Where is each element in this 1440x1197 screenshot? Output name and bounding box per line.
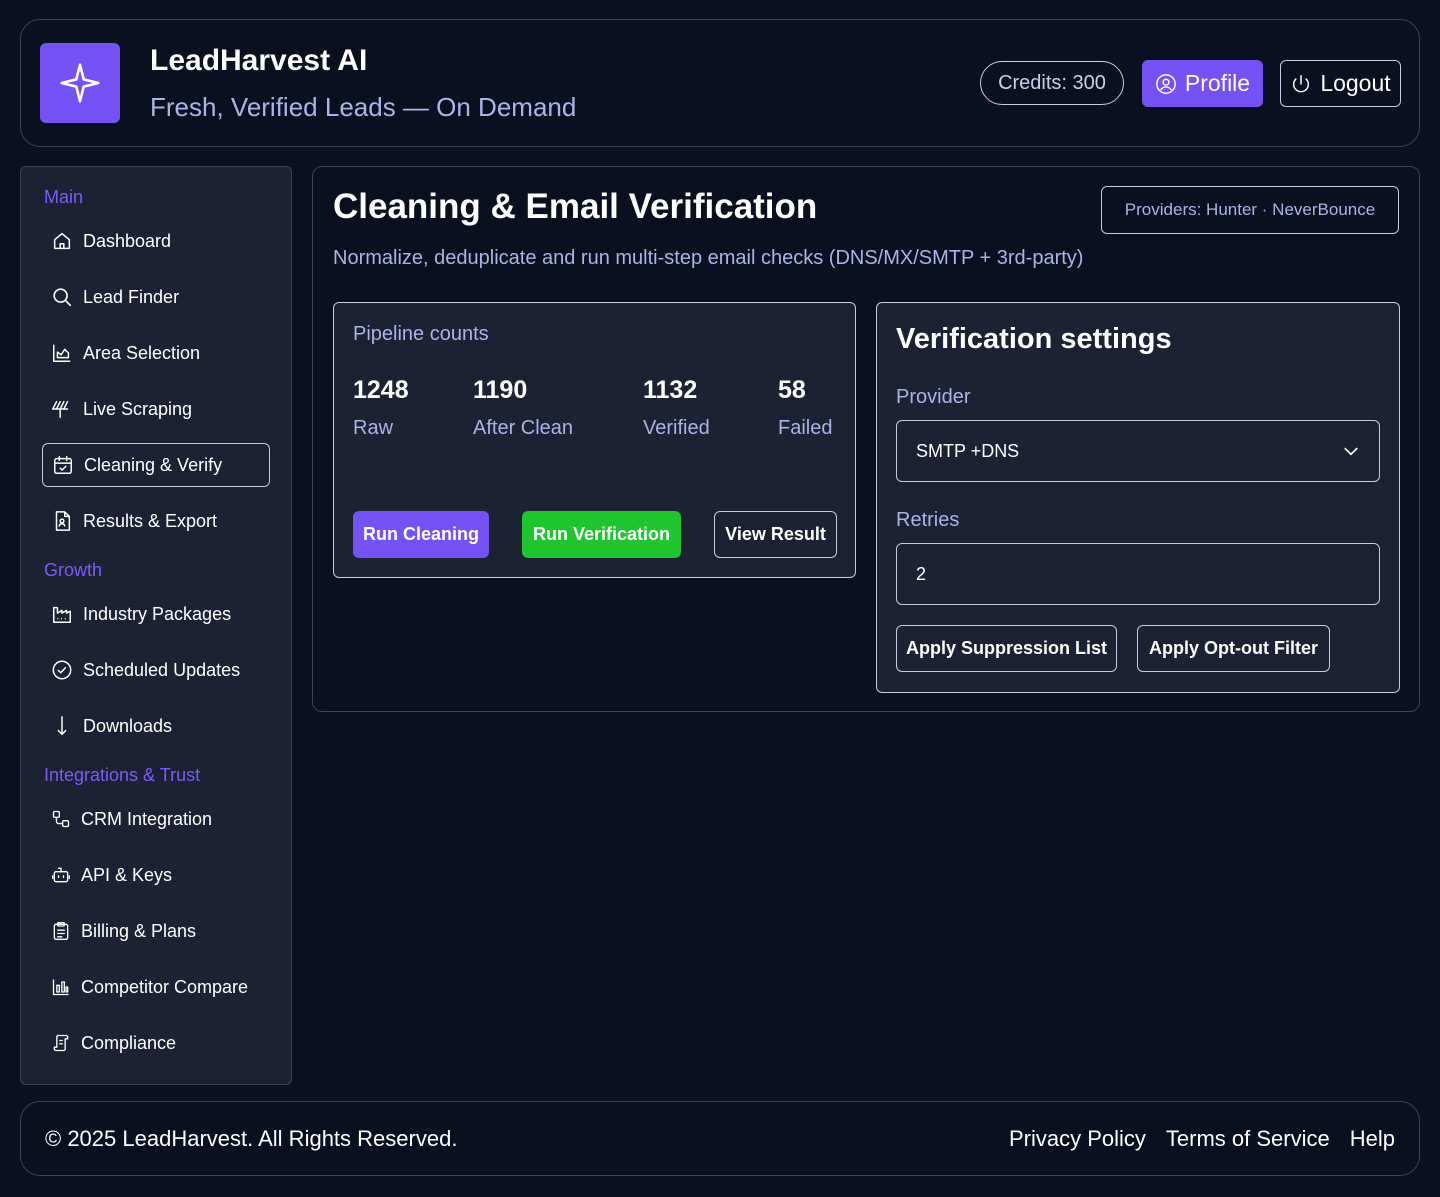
sidebar-item-area-selection[interactable]: Area Selection	[42, 331, 270, 375]
sidebar-item-label: Downloads	[83, 715, 173, 736]
app-logo	[40, 43, 120, 123]
verification-card: Verification settings Provider SMTP +DNS…	[876, 302, 1400, 693]
stat-after-clean-value: 1190	[473, 376, 528, 404]
sidebar-item-label: Competitor Compare	[81, 976, 249, 997]
sidebar: Main Dashboard Lead Finder Area Selectio…	[20, 166, 292, 1085]
sidebar-item-billing-plans[interactable]: Billing & Plans	[42, 909, 270, 953]
run-verification-button[interactable]: Run Verification	[522, 511, 681, 558]
retries-input-value: 2	[916, 563, 927, 584]
sidebar-item-scheduled-updates[interactable]: Scheduled Updates	[42, 648, 270, 692]
pipeline-title: Pipeline counts	[353, 323, 489, 345]
verification-title: Verification settings	[896, 323, 1172, 355]
sidebar-item-label: Cleaning & Verify	[84, 454, 223, 475]
sidebar-item-label: Lead Finder	[83, 286, 180, 307]
profile-label: Profile	[1184, 70, 1251, 96]
profile-button[interactable]: Profile	[1142, 60, 1263, 107]
logout-label: Logout	[1320, 70, 1391, 96]
user-circle-icon	[1155, 73, 1176, 94]
credits-badge: Credits: 300	[980, 61, 1124, 105]
sidebar-item-label: Results & Export	[83, 510, 218, 531]
section-main: Main	[44, 187, 84, 207]
sidebar-item-label: Industry Packages	[83, 603, 232, 624]
sidebar-item-api-keys[interactable]: API & Keys	[42, 853, 270, 897]
app-header: LeadHarvest AI Fresh, Verified Leads — O…	[20, 19, 1420, 147]
sparkle-icon	[60, 63, 100, 103]
workflow-icon	[52, 810, 70, 828]
sidebar-item-label: Area Selection	[83, 342, 201, 363]
sidebar-item-label: API & Keys	[81, 864, 173, 885]
footer-link-privacy[interactable]: Privacy Policy	[1009, 1126, 1146, 1152]
sidebar-item-downloads[interactable]: Downloads	[42, 704, 270, 748]
main-panel: Cleaning & Email Verification Providers:…	[312, 166, 1420, 712]
page-title: Cleaning & Email Verification	[333, 187, 818, 226]
view-result-button[interactable]: View Result	[714, 511, 837, 558]
sidebar-item-lead-finder[interactable]: Lead Finder	[42, 275, 270, 319]
footer-link-help[interactable]: Help	[1350, 1126, 1395, 1152]
bot-icon	[52, 867, 71, 883]
sidebar-item-competitor-compare[interactable]: Competitor Compare	[42, 965, 270, 1009]
logout-button[interactable]: Logout	[1280, 60, 1401, 107]
search-icon	[53, 288, 72, 307]
live-scraping-icon	[52, 400, 69, 418]
clipboard-list-icon	[53, 922, 69, 940]
sidebar-item-dashboard[interactable]: Dashboard	[42, 219, 270, 263]
stat-verified-value: 1132	[643, 376, 698, 404]
stat-failed-label: Failed	[778, 417, 833, 439]
stat-failed-value: 58	[778, 376, 806, 404]
provider-select[interactable]: SMTP +DNS	[896, 420, 1380, 482]
chevron-down-icon	[1344, 447, 1358, 456]
arrow-down-icon	[57, 716, 67, 736]
retries-input[interactable]: 2	[896, 543, 1380, 605]
sidebar-item-crm-integration[interactable]: CRM Integration	[42, 797, 270, 841]
calendar-check-icon	[54, 456, 72, 474]
provider-select-value: SMTP +DNS	[916, 440, 1020, 461]
sidebar-item-label: Dashboard	[83, 230, 172, 251]
power-icon	[1293, 74, 1310, 92]
app-title: LeadHarvest AI	[150, 44, 368, 77]
stat-raw-label: Raw	[353, 417, 394, 439]
sidebar-item-label: CRM Integration	[81, 808, 213, 829]
file-user-icon	[55, 511, 71, 531]
app-footer: © 2025 LeadHarvest. All Rights Reserved.…	[20, 1101, 1420, 1176]
sidebar-item-label: Live Scraping	[83, 398, 193, 419]
providers-badge: Providers: Hunter · NeverBounce	[1101, 186, 1399, 234]
sidebar-item-cleaning-verify[interactable]: Cleaning & Verify	[42, 443, 270, 487]
page-description: Normalize, deduplicate and run multi-ste…	[333, 247, 1084, 269]
run-cleaning-button[interactable]: Run Cleaning	[353, 511, 489, 558]
sidebar-item-live-scraping[interactable]: Live Scraping	[42, 387, 270, 431]
apply-suppression-list-button[interactable]: Apply Suppression List	[896, 625, 1117, 672]
stat-verified-label: Verified	[643, 417, 710, 439]
section-growth: Growth	[44, 560, 103, 580]
sidebar-item-label: Compliance	[81, 1032, 177, 1053]
sidebar-item-label: Billing & Plans	[81, 920, 197, 941]
home-icon	[53, 232, 71, 250]
stat-after-clean-label: After Clean	[473, 417, 574, 439]
footer-links: Privacy Policy Terms of Service Help	[1009, 1126, 1395, 1152]
badge-check-icon	[52, 660, 72, 680]
chart-area-icon	[53, 344, 71, 362]
bar-chart-icon	[52, 979, 69, 996]
sidebar-item-results-export[interactable]: Results & Export	[42, 499, 270, 543]
apply-optout-filter-button[interactable]: Apply Opt-out Filter	[1137, 625, 1330, 672]
provider-label: Provider	[896, 386, 971, 408]
footer-link-terms[interactable]: Terms of Service	[1166, 1126, 1330, 1152]
retries-label: Retries	[896, 509, 960, 531]
sidebar-item-compliance[interactable]: Compliance	[42, 1021, 270, 1065]
copyright-text: © 2025 LeadHarvest. All Rights Reserved.	[45, 1126, 458, 1151]
sidebar-item-industry-packages[interactable]: Industry Packages	[42, 592, 270, 636]
pipeline-card: Pipeline counts 1248 Raw 1190 After Clea…	[333, 302, 856, 578]
stat-raw-value: 1248	[353, 376, 409, 404]
factory-icon	[53, 606, 71, 623]
section-integrations-trust: Integrations & Trust	[44, 765, 201, 785]
sidebar-item-label: Scheduled Updates	[83, 659, 241, 680]
scroll-icon	[53, 1034, 69, 1052]
app-subtitle: Fresh, Verified Leads — On Demand	[150, 92, 577, 122]
